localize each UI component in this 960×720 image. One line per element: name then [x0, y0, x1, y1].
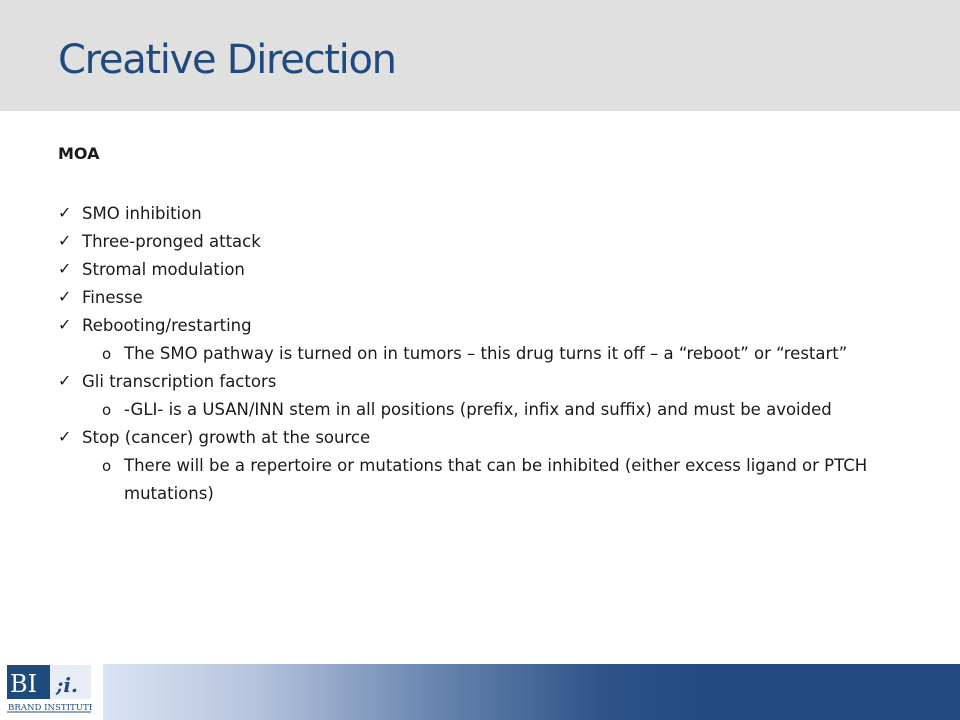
sub-list-container: o There will be a repertoire or mutations… — [58, 452, 918, 508]
list-item: ✓ Finesse — [58, 284, 918, 312]
section-heading: MOA — [58, 144, 100, 163]
sub-list-container: o The SMO pathway is turned on in tumors … — [58, 340, 918, 368]
list-item: ✓ Three-pronged attack — [58, 228, 918, 256]
sub-list-item-text: There will be a repertoire or mutations … — [124, 456, 868, 503]
sub-list: o -GLI- is a USAN/INN stem in all positio… — [58, 396, 918, 424]
checkmark-icon: ✓ — [58, 203, 72, 222]
logo-accent: ;i. — [55, 673, 78, 697]
sub-list: o The SMO pathway is turned on in tumors … — [58, 340, 918, 368]
sub-list-container: o -GLI- is a USAN/INN stem in all positio… — [58, 396, 918, 424]
list-item-text: SMO inhibition — [82, 204, 202, 223]
logo-mark: BI — [10, 670, 37, 698]
list-item: ✓ SMO inhibition — [58, 200, 918, 228]
sub-list-item: o There will be a repertoire or mutations… — [82, 452, 918, 508]
list-item: ✓ Stromal modulation — [58, 256, 918, 284]
circle-bullet-icon: o — [102, 401, 112, 419]
list-item: ✓ Stop (cancer) growth at the source — [58, 424, 918, 452]
sub-list-item-text: -GLI- is a USAN/INN stem in all position… — [124, 400, 832, 419]
title-banner: Creative Direction — [0, 0, 960, 111]
footer-gradient-bar — [103, 664, 960, 720]
sub-list: o There will be a repertoire or mutations… — [58, 452, 918, 508]
sub-list-item-text: The SMO pathway is turned on in tumors –… — [124, 344, 848, 363]
list-item-text: Stromal modulation — [82, 260, 245, 279]
checkmark-icon: ✓ — [58, 259, 72, 278]
checklist: ✓ SMO inhibition ✓ Three-pronged attack ✓ Str… — [58, 200, 918, 508]
circle-bullet-icon: o — [102, 345, 112, 363]
brand-institute-logo: BI ;i. BRAND INSTITUTE — [6, 664, 92, 714]
slide-title: Creative Direction — [58, 37, 397, 83]
list-item: ✓ Gli transcription factors — [58, 368, 918, 396]
checkmark-icon: ✓ — [58, 315, 72, 334]
list-item-text: Finesse — [82, 288, 143, 307]
list-item-text: Gli transcription factors — [82, 372, 277, 391]
checkmark-icon: ✓ — [58, 287, 72, 306]
checkmark-icon: ✓ — [58, 231, 72, 250]
checkmark-icon: ✓ — [58, 427, 72, 446]
list-item: ✓ Rebooting/restarting — [58, 312, 918, 340]
sub-list-item: o -GLI- is a USAN/INN stem in all positio… — [82, 396, 918, 424]
sub-list-item: o The SMO pathway is turned on in tumors … — [82, 340, 918, 368]
list-item-text: Stop (cancer) growth at the source — [82, 428, 371, 447]
list-item-text: Rebooting/restarting — [82, 316, 252, 335]
checkmark-icon: ✓ — [58, 371, 72, 390]
list-item-text: Three-pronged attack — [82, 232, 261, 251]
slide-body: MOA ✓ SMO inhibition ✓ Three-pronged attack… — [58, 144, 918, 508]
circle-bullet-icon: o — [102, 457, 112, 475]
